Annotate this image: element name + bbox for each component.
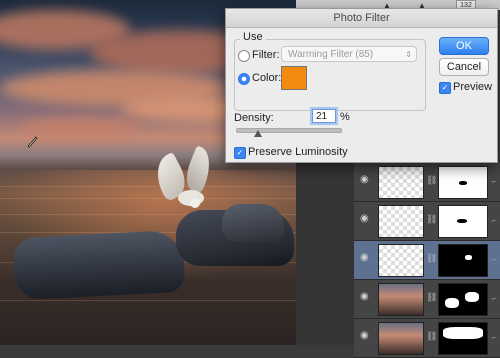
eye-icon[interactable]: ◉: [360, 331, 370, 341]
layer-row[interactable]: ◉ ⛓ ⌐: [354, 280, 500, 319]
density-input[interactable]: 21: [312, 109, 336, 123]
mask-shape: [465, 255, 472, 260]
water-ripple: [0, 186, 296, 187]
seagull-head: [190, 198, 200, 208]
layer-row-selected[interactable]: ◉ ⛓ ⌐: [354, 241, 500, 280]
eye-icon[interactable]: ◉: [360, 175, 370, 185]
cancel-button[interactable]: Cancel: [439, 58, 489, 76]
checkmark-icon: ✓: [236, 148, 244, 157]
preserve-luminosity-label[interactable]: Preserve Luminosity: [248, 146, 348, 158]
rock-left: [12, 229, 186, 301]
density-slider-thumb[interactable]: [254, 130, 263, 137]
eyedropper-icon: [27, 135, 38, 151]
preview-checkbox[interactable]: ✓: [439, 82, 451, 94]
preserve-luminosity-checkbox[interactable]: ✓: [234, 147, 246, 159]
layer-menu-icon[interactable]: ⌐: [492, 216, 497, 225]
layer-thumbnail: [378, 244, 424, 277]
layer-thumbnail: [378, 283, 424, 316]
filter-radio[interactable]: [238, 50, 250, 62]
layer-mask: [438, 205, 488, 238]
layer-row[interactable]: ◉ ⛓ ⌐: [354, 202, 500, 241]
density-label: Density:: [234, 112, 274, 124]
density-slider-track[interactable]: [236, 128, 342, 133]
filter-select[interactable]: Warming Filter (85) ⇕: [281, 46, 417, 62]
layer-mask: [438, 283, 488, 316]
layer-row[interactable]: ◉ ⛓ ⌐: [354, 319, 500, 358]
layer-menu-icon[interactable]: ⌐: [492, 177, 497, 186]
checkmark-icon: ✓: [441, 83, 449, 92]
eye-icon[interactable]: ◉: [360, 214, 370, 224]
photo-filter-dialog: Photo Filter Use Filter: Warming Filter …: [225, 8, 498, 163]
mask-shape: [465, 292, 479, 302]
layer-mask: [438, 322, 488, 355]
color-swatch[interactable]: [281, 66, 307, 90]
layer-thumbnail: [378, 166, 424, 199]
link-icon[interactable]: ⛓: [426, 253, 437, 264]
layer-menu-icon[interactable]: ⌐: [492, 255, 497, 264]
eye-icon[interactable]: ◉: [360, 292, 370, 302]
layer-thumbnail: [378, 205, 424, 238]
mask-shape: [459, 181, 467, 185]
color-radio-label[interactable]: Color:: [252, 72, 281, 84]
eye-icon[interactable]: ◉: [360, 253, 370, 263]
water-ripple: [0, 198, 296, 199]
chevron-updown-icon: ⇕: [405, 50, 412, 59]
filter-select-value: Warming Filter (85): [288, 49, 374, 60]
mask-shape: [445, 298, 459, 308]
link-icon[interactable]: ⛓: [426, 331, 437, 342]
layer-thumbnail: [378, 322, 424, 355]
layer-menu-icon[interactable]: ⌐: [492, 333, 497, 342]
preview-label[interactable]: Preview: [453, 81, 492, 93]
layer-row[interactable]: ◉ ⛓ ⌐: [354, 163, 500, 202]
link-icon[interactable]: ⛓: [426, 292, 437, 303]
link-icon[interactable]: ⛓: [426, 175, 437, 186]
layer-mask: [438, 244, 488, 277]
color-radio[interactable]: [238, 73, 250, 85]
layer-mask: [438, 166, 488, 199]
link-icon[interactable]: ⛓: [426, 214, 437, 225]
density-unit: %: [340, 111, 350, 123]
ok-button[interactable]: OK: [439, 37, 489, 55]
eyedropper-icon-svg: [27, 136, 38, 148]
filter-radio-label[interactable]: Filter:: [252, 49, 280, 61]
rock-right-top: [222, 204, 284, 242]
mask-shape: [457, 219, 467, 223]
dialog-title[interactable]: Photo Filter: [226, 9, 497, 28]
water-ripple: [0, 300, 296, 301]
mask-shape: [443, 327, 483, 339]
cloud: [20, 118, 140, 136]
layer-menu-icon[interactable]: ⌐: [492, 294, 497, 303]
use-group-label: Use: [240, 31, 266, 43]
